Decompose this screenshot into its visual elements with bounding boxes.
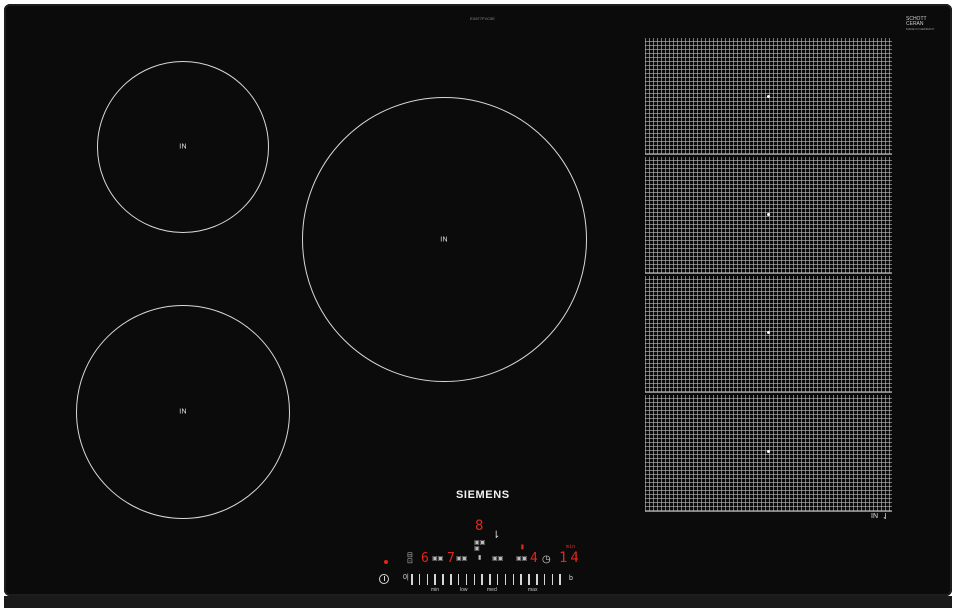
slider-label-low: low (460, 587, 468, 593)
move-pan-icon: ⇃ (882, 512, 889, 521)
model-number: EX877FVC5E (470, 16, 495, 21)
flex-section-4[interactable] (645, 395, 892, 512)
flex-induction-zone[interactable] (645, 38, 892, 514)
flex-section-3[interactable] (645, 276, 892, 393)
schott-ceran-logo: SCHOTT CERAN MADE IN GERMANY (906, 16, 935, 32)
timer-icon[interactable]: ◷ (542, 554, 551, 565)
zone-label: IN (179, 143, 187, 151)
power-indicator-led (384, 560, 388, 564)
zone-selector-flex[interactable]: ▣▣ (516, 556, 527, 562)
zone-power-indicator-small: ▮ (520, 542, 525, 551)
power-level-slider[interactable] (411, 574, 561, 585)
zone-selector-rear-right[interactable]: ▣▣ (492, 556, 503, 562)
zone-power-display-center: 8 (475, 518, 484, 534)
slider-label-min: min (431, 587, 440, 593)
zone-selector-center[interactable]: ▣▣ (456, 556, 467, 562)
cooktop-frame (4, 596, 952, 608)
zone-selector-mid[interactable]: ▮ (478, 555, 481, 561)
zone-label: IN (440, 236, 448, 244)
flex-center-dot (767, 95, 770, 98)
timer-display: 14 (559, 550, 582, 566)
slider-label-max: max (528, 587, 538, 593)
zone-selector-front-left[interactable]: ▣▣ (432, 556, 443, 562)
boost-button[interactable]: b (569, 575, 573, 582)
zone-power-display-right: 4 (530, 551, 538, 566)
flex-center-dot (767, 450, 770, 453)
pan-move-icon[interactable]: ⇂ (492, 530, 500, 541)
brand-logo: SIEMENS (456, 489, 510, 501)
zone-power-display-left: 6 (421, 551, 429, 566)
slider-label-med: med (487, 587, 497, 593)
flex-center-dot (767, 213, 770, 216)
zone-selector-left[interactable]: ⊟ ⊡ (407, 552, 413, 565)
rear-center-zone-selector[interactable]: ▣▣ ▣ (474, 540, 485, 552)
power-button[interactable] (379, 574, 389, 584)
zone-label: IN (179, 408, 187, 416)
flex-zone-label: IN (871, 513, 878, 520)
zone-power-display-2: 7 (447, 551, 455, 566)
flex-center-dot (767, 331, 770, 334)
slider-start-label: 0| (403, 574, 409, 581)
